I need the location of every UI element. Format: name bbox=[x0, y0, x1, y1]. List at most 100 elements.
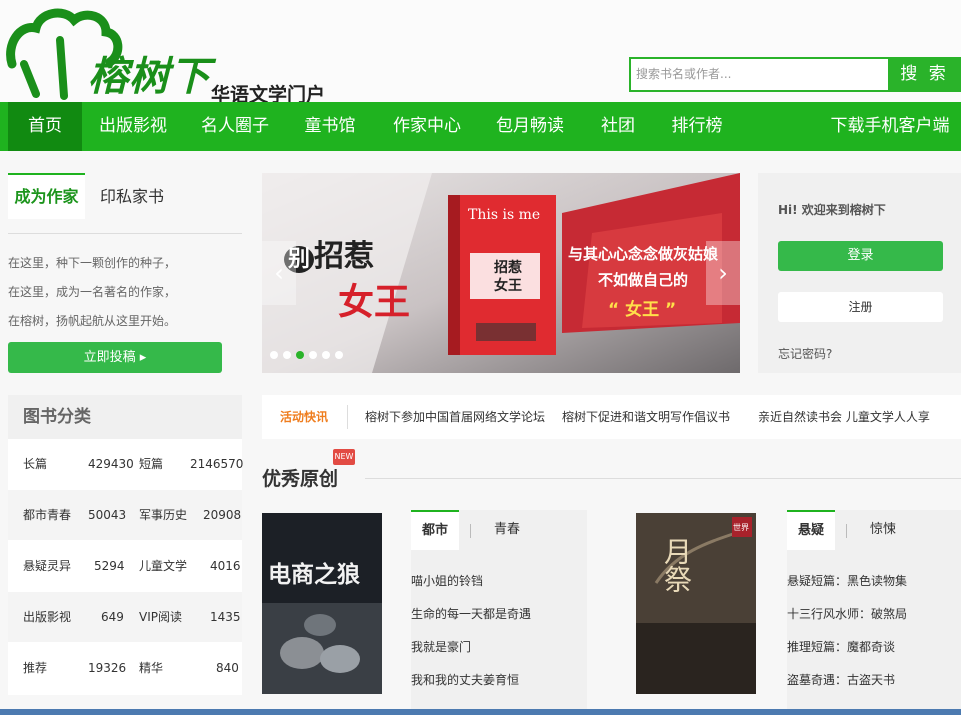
book-link[interactable]: 推理短篇：魔都奇谈 bbox=[787, 638, 895, 655]
page: 榕树下 华语文学门户 搜索书名或作者... 搜 索 首页 出版影视 名人圈子 童… bbox=[0, 0, 961, 715]
book-english-title: This is me bbox=[468, 207, 541, 223]
book-list-urban: 都市 青春 喵小姐的铃铛 生命的每一天都是奇遇 我就是豪门 我和我的丈夫姜育恒 bbox=[411, 510, 587, 710]
tab-youth[interactable]: 青春 bbox=[494, 510, 520, 550]
category-count: 2146570 bbox=[190, 457, 244, 471]
login-panel: Hi! 欢迎来到榕树下 登录 注册 忘记密码? bbox=[758, 173, 961, 373]
category-count: 4016 bbox=[210, 559, 241, 573]
book-title-2: 女王 bbox=[494, 278, 522, 294]
slogan-line-2: 不如做自己的 bbox=[598, 271, 689, 289]
tab-separator bbox=[470, 524, 471, 538]
banner-title-1: 别招惹 bbox=[284, 231, 374, 275]
nav-item-home[interactable]: 首页 bbox=[8, 102, 82, 151]
intro-text-1: 在这里，种下一颗创作的种子， bbox=[8, 256, 177, 270]
forgot-password-link[interactable]: 忘记密码? bbox=[778, 345, 832, 362]
search-button[interactable]: 搜 索 bbox=[888, 57, 961, 92]
tab-thriller[interactable]: 惊悚 bbox=[870, 510, 896, 550]
category-count: 1435 bbox=[210, 610, 241, 624]
book-list-suspense: 悬疑 惊悚 悬疑短篇：黑色读物集 十三行风水师：破煞局 推理短篇：魔都奇谈 盗墓… bbox=[787, 510, 961, 710]
banner-dot[interactable] bbox=[283, 351, 291, 359]
activity-link[interactable]: 亲近自然读书会 儿童文学人人享 bbox=[758, 395, 930, 439]
tab-become-author[interactable]: 成为作家 bbox=[8, 173, 85, 219]
nav-item-ranking[interactable]: 排行榜 bbox=[668, 102, 726, 151]
activity-divider bbox=[347, 405, 348, 429]
book-corner-label: 世界 bbox=[733, 523, 749, 532]
welcome-text: Hi! 欢迎来到榕树下 bbox=[778, 203, 886, 217]
section-title: 优秀原创 bbox=[262, 468, 339, 490]
banner-dot[interactable] bbox=[270, 351, 278, 359]
nav-item-celebrity[interactable]: 名人圈子 bbox=[200, 102, 270, 151]
section-divider bbox=[365, 478, 961, 479]
submit-manuscript-button[interactable]: 立即投稿 ▸ bbox=[8, 342, 222, 373]
book-link[interactable]: 盗墓奇遇：古盗天书 bbox=[787, 671, 895, 688]
category-count: 649 bbox=[101, 610, 124, 624]
nav-item-community[interactable]: 社团 bbox=[596, 102, 640, 151]
banner-dot[interactable] bbox=[309, 351, 317, 359]
banner-dot[interactable] bbox=[335, 351, 343, 359]
category-row: 出版影视 649 VIP阅读 1435 bbox=[8, 592, 242, 642]
category-row: 长篇 429430 短篇 2146570 bbox=[8, 439, 244, 489]
banner-next-arrow[interactable]: › bbox=[706, 241, 740, 305]
category-link[interactable]: 都市青春 bbox=[23, 490, 71, 540]
book-category-panel: 图书分类 长篇 429430 短篇 2146570 都市青春 50043 军事历… bbox=[8, 395, 244, 695]
book-cover-2[interactable]: 月祭 世界 bbox=[636, 513, 756, 694]
banner-dot[interactable] bbox=[322, 351, 330, 359]
nav-item-author-center[interactable]: 作家中心 bbox=[390, 102, 464, 151]
nav-item-download-app[interactable]: 下载手机客户端 bbox=[830, 102, 950, 151]
banner-dot-active[interactable] bbox=[296, 351, 304, 359]
category-link[interactable]: 精华 bbox=[139, 643, 163, 693]
book-link[interactable]: 我就是豪门 bbox=[411, 638, 471, 655]
slogan-line-1: 与其心心念念做灰姑娘 bbox=[568, 245, 719, 263]
category-title: 图书分类 bbox=[8, 395, 242, 439]
category-link[interactable]: 军事历史 bbox=[139, 490, 187, 540]
category-link[interactable]: 悬疑灵异 bbox=[23, 541, 71, 591]
book-link[interactable]: 十三行风水师：破煞局 bbox=[787, 605, 907, 622]
register-button[interactable]: 注册 bbox=[778, 292, 943, 322]
login-button[interactable]: 登录 bbox=[778, 241, 943, 271]
new-badge: NEW bbox=[333, 449, 355, 465]
book-cover-title: 电商之狼 bbox=[268, 562, 360, 588]
site-logo[interactable]: 榕树下 华语文学门户 bbox=[6, 4, 326, 106]
book-title-1: 招惹 bbox=[494, 260, 522, 276]
category-row: 悬疑灵异 5294 儿童文学 4016 bbox=[8, 541, 242, 591]
category-link[interactable]: VIP阅读 bbox=[139, 592, 182, 642]
intro-text-3: 在榕树，扬帆起航从这里开始。 bbox=[8, 314, 177, 328]
promo-banner[interactable]: 别招惹 女王 This is me 招惹 女王 与其心心念念做灰姑娘 不如做自己… bbox=[262, 173, 740, 373]
category-row: 都市青春 50043 军事历史 20908 bbox=[8, 490, 242, 540]
nav-item-monthly[interactable]: 包月畅读 bbox=[494, 102, 566, 151]
category-count: 19326 bbox=[88, 661, 127, 675]
banner-title-2: 女王 bbox=[338, 282, 411, 323]
category-link[interactable]: 短篇 bbox=[139, 439, 163, 489]
activity-link[interactable]: 榕树下参加中国首届网络文学论坛 bbox=[365, 395, 545, 439]
tab-print-book[interactable]: 印私家书 bbox=[100, 175, 164, 219]
category-count: 20908 bbox=[203, 508, 242, 522]
category-count: 50043 bbox=[88, 508, 127, 522]
category-link[interactable]: 儿童文学 bbox=[139, 541, 187, 591]
book-link[interactable]: 生命的每一天都是奇遇 bbox=[411, 605, 531, 622]
banner-dots bbox=[270, 344, 348, 363]
site-header: 榕树下 华语文学门户 搜索书名或作者... 搜 索 bbox=[0, 0, 961, 106]
category-link[interactable]: 出版影视 bbox=[23, 592, 71, 642]
category-count: 429430 bbox=[88, 457, 134, 471]
nav-item-publishing[interactable]: 出版影视 bbox=[98, 102, 168, 151]
tab-urban[interactable]: 都市 bbox=[411, 510, 459, 550]
book-cover-title: 月祭 bbox=[660, 537, 693, 593]
wolf-cover-art bbox=[262, 513, 382, 694]
category-link[interactable]: 长篇 bbox=[23, 439, 47, 489]
intro-text-2: 在这里，成为一名著名的作家， bbox=[8, 285, 177, 299]
slogan-line-3: “ 女王 ” bbox=[608, 300, 677, 320]
category-count: 5294 bbox=[94, 559, 125, 573]
nav-item-kids-books[interactable]: 童书馆 bbox=[300, 102, 360, 151]
tab-suspense[interactable]: 悬疑 bbox=[787, 510, 835, 550]
search-input[interactable]: 搜索书名或作者... bbox=[629, 57, 890, 92]
activity-link[interactable]: 榕树下促进和谐文明写作倡议书 bbox=[562, 395, 730, 439]
activity-news-bar: 活动快讯 榕树下参加中国首届网络文学论坛 榕树下促进和谐文明写作倡议书 亲近自然… bbox=[262, 395, 961, 439]
book-link[interactable]: 喵小姐的铃铛 bbox=[411, 572, 483, 589]
banner-prev-arrow[interactable]: ‹ bbox=[262, 241, 296, 305]
category-link[interactable]: 推荐 bbox=[23, 643, 47, 693]
book-cover-1[interactable]: 电商之狼 bbox=[262, 513, 382, 694]
book-link[interactable]: 我和我的丈夫姜育恒 bbox=[411, 671, 519, 688]
os-taskbar bbox=[0, 709, 961, 715]
book-link[interactable]: 悬疑短篇：黑色读物集 bbox=[787, 572, 907, 589]
main-nav: 首页 出版影视 名人圈子 童书馆 作家中心 包月畅读 社团 排行榜 下载手机客户… bbox=[0, 102, 961, 151]
category-count: 840 bbox=[216, 661, 239, 675]
